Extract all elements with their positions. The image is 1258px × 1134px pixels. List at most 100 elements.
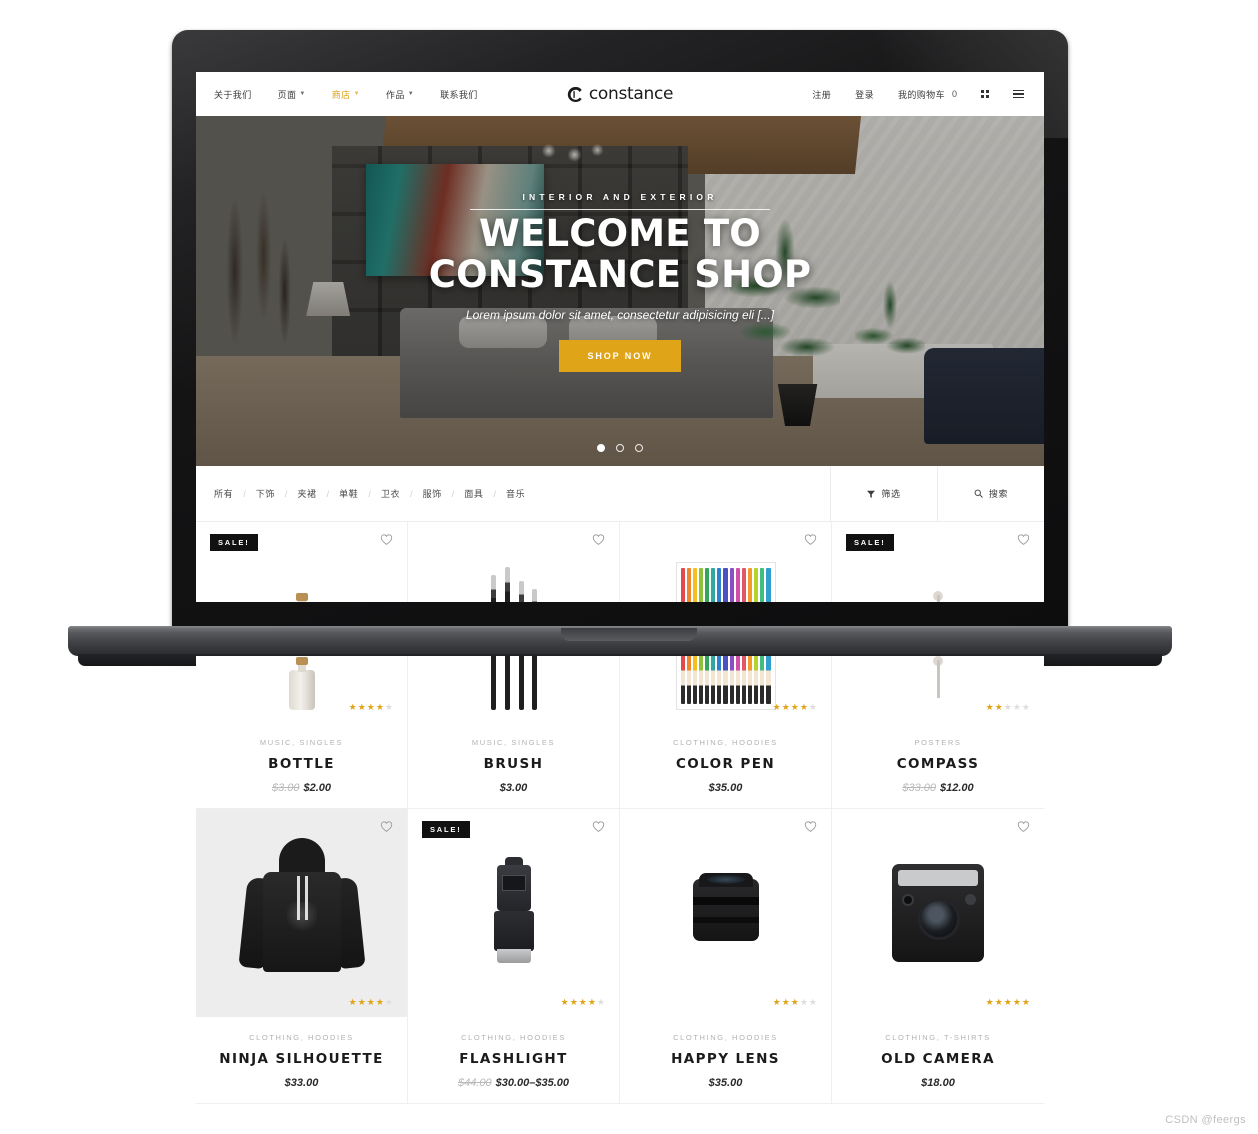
product-card[interactable]: ★ ★ ★ ★ ★ CLOTHING, HOODIES NINJA SILHOUETTE $3… xyxy=(196,809,408,1104)
product-price: $3.00 xyxy=(416,782,611,794)
category-link-6[interactable]: 面具 xyxy=(464,487,483,500)
product-grid-top: SALE! SALE! xyxy=(196,522,1044,602)
cart-count: 0 xyxy=(952,89,958,99)
product-price: $33.00 $12.00 xyxy=(840,782,1036,794)
star-icon: ★ xyxy=(569,997,578,1007)
product-card[interactable]: ★ ★ ★ ★ ★ MUSIC, SINGLES BOTTLE $3.00 $2.00 xyxy=(196,656,408,809)
star-icon: ★ xyxy=(348,702,357,712)
product-card[interactable] xyxy=(620,522,832,602)
nav-item-contact[interactable]: 联系我们 xyxy=(440,88,478,101)
category-link-3[interactable]: 单鞋 xyxy=(339,487,358,500)
slider-dot-3[interactable] xyxy=(635,444,643,452)
star-icon: ★ xyxy=(348,997,357,1007)
product-card[interactable]: SALE! xyxy=(832,522,1044,602)
product-categories: CLOTHING, HOODIES xyxy=(673,1033,778,1042)
nav-label: 商店 xyxy=(331,89,351,100)
heart-icon[interactable] xyxy=(1017,533,1030,546)
product-art-hoodie xyxy=(237,838,366,988)
rating-stars: ★ ★ ★ ★ ★ xyxy=(773,998,817,1007)
hero-title-line2: CONSTANCE SHOP xyxy=(428,253,812,296)
product-meta: CLOTHING, HOODIES HAPPY LENS $35.00 xyxy=(620,1033,831,1089)
page-overflow-content: ★ ★ ★ ★ ★ MUSIC, SINGLES BOTTLE $3.00 $2.00 MUSIC… xyxy=(196,656,1044,1134)
heart-icon[interactable] xyxy=(380,820,393,833)
cart-link[interactable]: 我的购物车 0 xyxy=(898,88,957,101)
star-icon: ★ xyxy=(799,702,808,712)
nav-item-pages[interactable]: 页面 ▼ xyxy=(278,88,306,101)
heart-icon[interactable] xyxy=(804,820,817,833)
hamburger-menu-icon[interactable] xyxy=(1013,89,1024,99)
heart-icon[interactable] xyxy=(380,533,393,546)
slider-dot-1[interactable] xyxy=(597,444,605,452)
sale-badge: SALE! xyxy=(846,534,894,551)
nav-item-portfolio[interactable]: 作品 ▼ xyxy=(386,88,414,101)
product-image: ★ ★ ★ ★ ★ xyxy=(196,656,407,722)
heart-icon[interactable] xyxy=(804,533,817,546)
chevron-down-icon: ▼ xyxy=(353,91,360,97)
star-icon: ★ xyxy=(799,997,808,1007)
filter-button[interactable]: 筛选 xyxy=(830,466,937,521)
rating-stars: ★ ★ ★ ★ ★ xyxy=(561,998,605,1007)
product-meta: MUSIC, SINGLES BOTTLE $3.00 $2.00 xyxy=(196,738,407,794)
star-icon: ★ xyxy=(1012,997,1021,1007)
category-separator: / xyxy=(243,488,246,499)
star-icon: ★ xyxy=(772,997,781,1007)
search-icon xyxy=(974,489,983,498)
rating-stars: ★ ★ ★ ★ ★ xyxy=(773,703,817,712)
browser-viewport: 关于我们 页面 ▼ 商店 ▼ 作品 ▼ 联系我们 constance 注册 登录… xyxy=(196,72,1044,602)
product-title: COMPASS xyxy=(896,756,980,772)
star-icon: ★ xyxy=(781,702,790,712)
heart-icon[interactable] xyxy=(592,533,605,546)
product-card[interactable]: ★ ★ ★ ★ ★ POSTERS COMPASS $33.00 $12.00 xyxy=(832,656,1044,809)
star-icon: ★ xyxy=(1003,997,1012,1007)
shop-now-button[interactable]: SHOP NOW xyxy=(559,339,681,372)
product-categories: POSTERS xyxy=(914,738,962,747)
category-separator: / xyxy=(493,488,497,499)
product-card[interactable]: SALE! ★ ★ ★ ★ ★ CLOTHING, HOODIES FLASHLIGHT $44… xyxy=(408,809,620,1104)
product-card[interactable] xyxy=(408,522,620,602)
category-link-0[interactable]: 所有 xyxy=(214,487,233,500)
product-art-camera xyxy=(892,864,984,962)
category-link-5[interactable]: 服饰 xyxy=(423,487,442,500)
register-link[interactable]: 注册 xyxy=(812,88,831,101)
star-icon: ★ xyxy=(375,702,384,712)
product-card[interactable]: SALE! xyxy=(196,522,408,602)
hero-title: WELCOME TO CONSTANCE SHOP xyxy=(428,213,812,296)
grid-view-icon[interactable] xyxy=(981,90,989,98)
price-current: $35.00 xyxy=(708,1077,743,1089)
star-icon: ★ xyxy=(560,997,569,1007)
product-card[interactable]: MUSIC, SINGLES BRUSH $3.00 xyxy=(408,656,620,809)
product-image xyxy=(620,522,831,602)
price-original: $33.00 xyxy=(902,782,936,794)
product-price: $35.00 xyxy=(628,782,823,794)
star-icon: ★ xyxy=(1021,997,1030,1007)
nav-item-about[interactable]: 关于我们 xyxy=(214,88,252,101)
product-art-compass xyxy=(930,591,946,602)
category-separator: / xyxy=(284,488,288,499)
product-card[interactable]: ★ ★ ★ ★ ★ CLOTHING, T-SHIRTS OLD CAMERA $18.00 xyxy=(832,809,1044,1104)
rating-stars: ★ ★ ★ ★ ★ xyxy=(986,998,1030,1007)
product-price: $35.00 xyxy=(628,1077,823,1089)
slider-pagination xyxy=(597,444,643,452)
search-button[interactable]: 搜索 xyxy=(937,466,1044,521)
slider-dot-2[interactable] xyxy=(616,444,624,452)
product-meta: CLOTHING, HOODIES FLASHLIGHT $44.00 $30.00–… xyxy=(408,1033,619,1089)
login-link[interactable]: 登录 xyxy=(855,88,874,101)
category-link-4[interactable]: 卫衣 xyxy=(381,487,400,500)
star-icon: ★ xyxy=(790,997,799,1007)
nav-item-shop[interactable]: 商店 ▼ xyxy=(332,88,360,101)
category-link-7[interactable]: 音乐 xyxy=(506,487,525,500)
star-icon: ★ xyxy=(985,997,994,1007)
cart-label: 我的购物车 xyxy=(897,89,945,100)
heart-icon[interactable] xyxy=(1017,820,1030,833)
category-link-1[interactable]: 下饰 xyxy=(256,487,275,500)
product-card[interactable]: ★ ★ ★ ★ ★ CLOTHING, HOODIES HAPPY LENS $35.00 xyxy=(620,809,832,1104)
category-links: 所有 / 下饰 / 夹裙 / 单鞋 / 卫衣 / 服饰 / 面具 / 音乐 xyxy=(196,466,830,521)
product-categories: CLOTHING, HOODIES xyxy=(461,1033,566,1042)
star-icon: ★ xyxy=(578,997,587,1007)
category-link-2[interactable]: 夹裙 xyxy=(297,487,316,500)
star-icon: ★ xyxy=(384,997,393,1007)
heart-icon[interactable] xyxy=(592,820,605,833)
site-logo[interactable]: constance xyxy=(567,84,673,104)
star-icon: ★ xyxy=(366,997,375,1007)
product-card[interactable]: ★ ★ ★ ★ ★ CLOTHING, HOODIES COLOR PEN $35.00 xyxy=(620,656,832,809)
